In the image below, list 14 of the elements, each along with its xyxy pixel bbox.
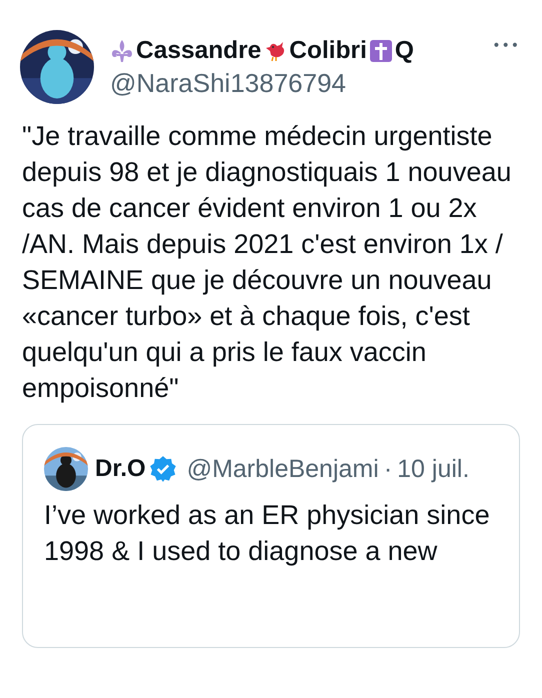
tweet-date[interactable]: 10 juil. — [397, 454, 470, 484]
cross-icon — [368, 39, 393, 63]
quoted-author-handle[interactable]: @MarbleBenjami — [186, 454, 379, 484]
quoted-tweet-card[interactable]: Dr.O @MarbleBenjami · 10 juil. I’ve worked as an ER physician since 1998 & I used to diagnose a new — [22, 424, 520, 648]
quoted-tweet-text: I’ve worked as an ER physician since 1998 & I used to diagnose a new — [44, 499, 491, 568]
author-name[interactable]: Colibri — [289, 37, 367, 65]
tweet-text: "Je travaille comme médecin urgentiste depuis 98 et je diagnostiquais 1 nouveau cas de cancer évident environ 1 ou 2x /AN. Mais depuis 2021 c'est environ 1x / SEMAINE que je découvre un nouveau «cancer turbo» et à chaque fois, c'est quelqu'un qui a pris le faux vaccin empoisonné" — [22, 120, 512, 405]
author-handle[interactable]: @NaraShi13876794 — [110, 68, 492, 99]
quoted-author-name[interactable]: Dr.O — [95, 455, 146, 483]
separator-dot: · — [384, 454, 392, 484]
more-button[interactable]: ••• — [492, 38, 520, 54]
author-name[interactable]: Q — [394, 37, 414, 65]
author-name[interactable]: Cassandre — [136, 37, 262, 65]
fleur-de-lis-icon — [110, 39, 134, 63]
